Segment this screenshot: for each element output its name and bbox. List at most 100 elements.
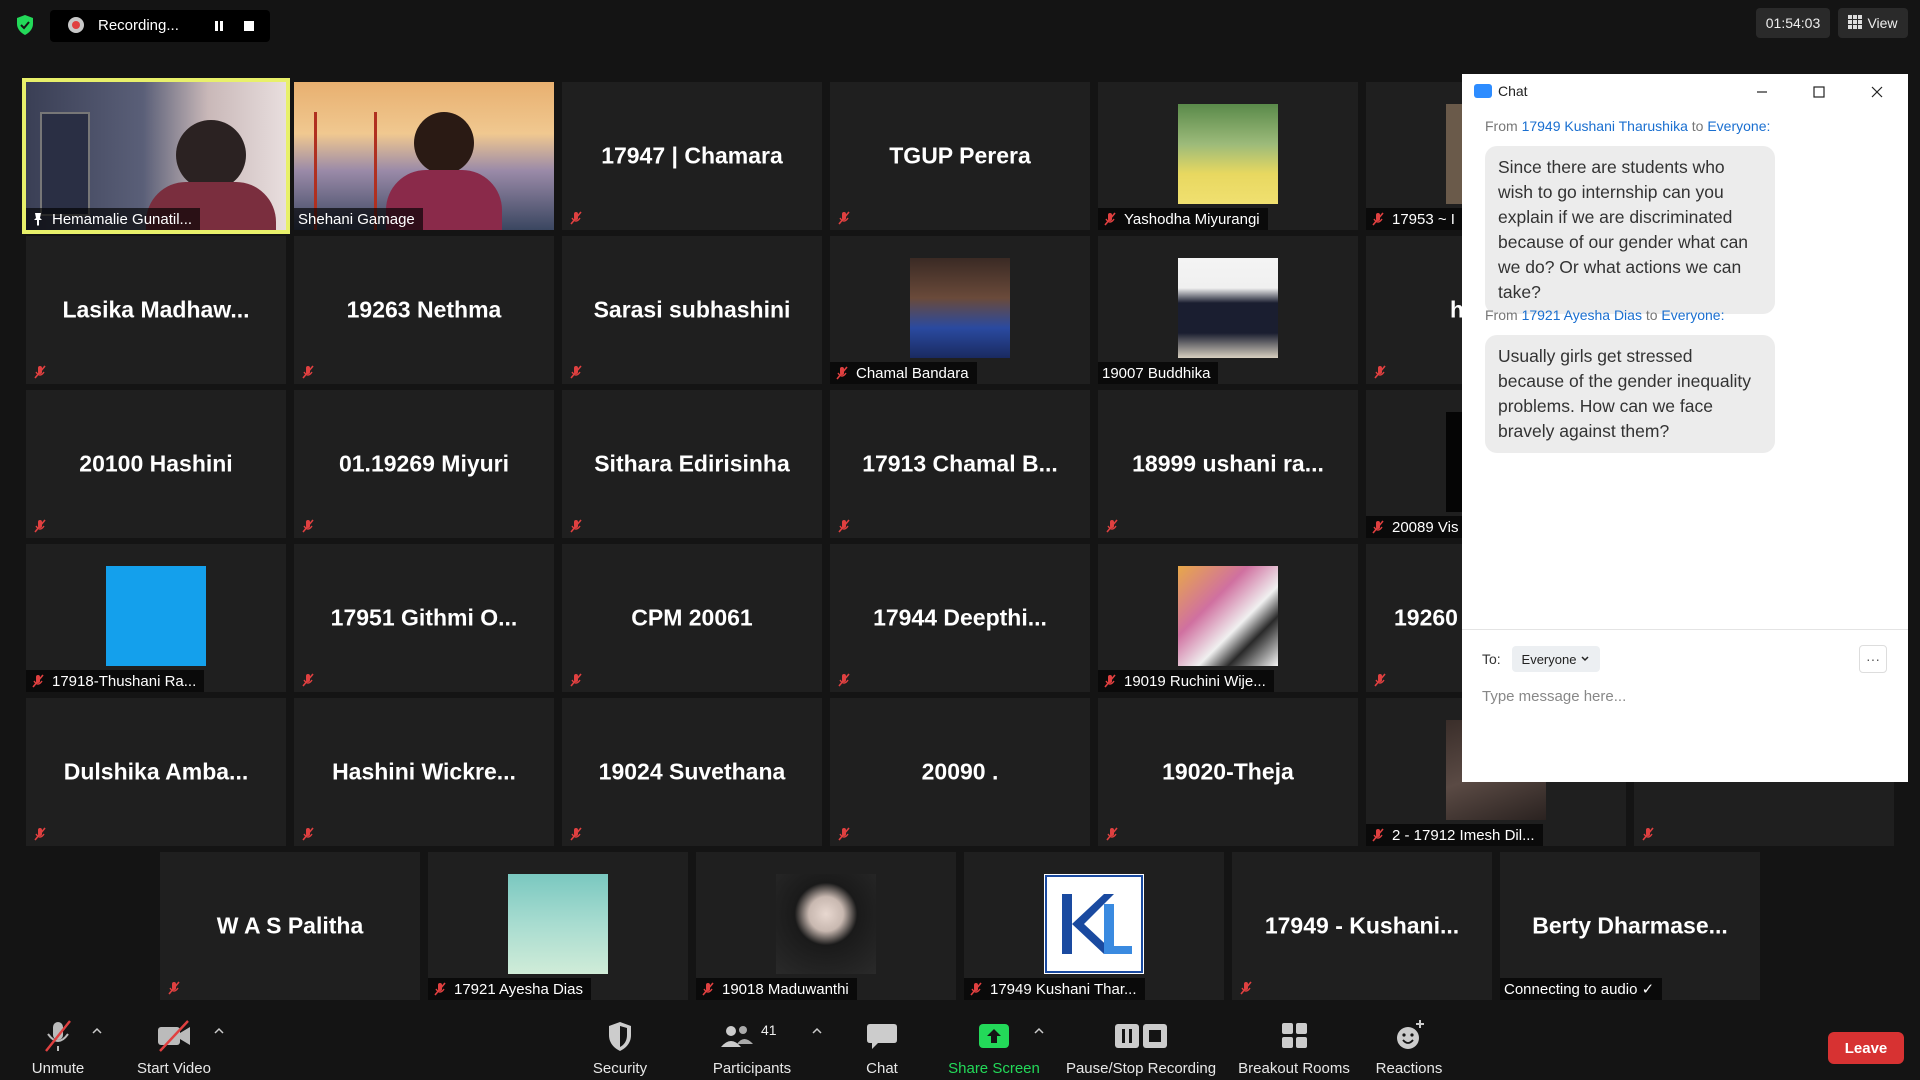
participant-tile[interactable]: 19007 Buddhika <box>1098 236 1358 384</box>
breakout-rooms-button[interactable]: Breakout Rooms <box>1234 1010 1354 1080</box>
muted-mic-icon <box>1372 520 1384 534</box>
participant-tile[interactable]: Sithara Edirisinha <box>562 390 822 538</box>
muted-mic-icon <box>1642 827 1654 841</box>
participant-name: 19024 Suvethana <box>598 758 786 785</box>
meeting-timer: 01:54:03 <box>1756 8 1830 38</box>
participants-options-caret[interactable] <box>810 1024 824 1038</box>
participant-tile[interactable]: 19263 Nethma <box>294 236 554 384</box>
participant-tile-partial[interactable]: 19260 <box>1366 544 1462 692</box>
profile-photo <box>1178 258 1278 358</box>
participant-tile[interactable]: 17913 Chamal B... <box>830 390 1090 538</box>
participant-tile[interactable]: CPM 20061 <box>562 544 822 692</box>
start-video-button[interactable]: Start Video <box>130 1010 218 1080</box>
participant-name: 17947 | Chamara <box>601 142 783 169</box>
chat-label: Chat <box>866 1060 898 1077</box>
security-shield-icon[interactable] <box>14 14 36 36</box>
kl-logo-photo <box>1044 874 1144 974</box>
participant-tile[interactable]: Yashodha Miyurangi <box>1098 82 1358 230</box>
share-options-caret[interactable] <box>1032 1024 1046 1038</box>
participant-tile[interactable]: 18999 ushani ra... <box>1098 390 1358 538</box>
participant-tile-partial[interactable]: 20089 Vis <box>1366 390 1462 538</box>
pause-recording-button[interactable] <box>210 17 228 35</box>
muted-mic-icon <box>1372 212 1384 226</box>
participant-tile[interactable]: Sarasi subhashini <box>562 236 822 384</box>
participant-tile[interactable]: 17949 - Kushani... <box>1232 852 1492 1000</box>
participant-tile[interactable]: Berty Dharmase... Connecting to audio ✓ <box>1500 852 1760 1000</box>
participant-tile-active-speaker[interactable]: Hemamalie Gunatil... <box>26 82 286 230</box>
participant-name: 17953 ~ I <box>1392 210 1455 228</box>
participant-tile[interactable]: 01.19269 Miyuri <box>294 390 554 538</box>
maximize-button[interactable] <box>1805 78 1833 106</box>
video-options-caret[interactable] <box>212 1024 226 1038</box>
message-sender[interactable]: 17949 Kushani Tharushika <box>1522 118 1688 134</box>
pause-stop-recording-button[interactable]: Pause/Stop Recording <box>1064 1010 1218 1080</box>
participants-button[interactable]: 41 Participants <box>700 1010 804 1080</box>
participant-head <box>414 112 474 174</box>
participant-tile[interactable]: 19024 Suvethana <box>562 698 822 846</box>
unmute-button[interactable]: Unmute <box>22 1010 94 1080</box>
reactions-button[interactable]: Reactions <box>1370 1010 1448 1080</box>
participant-tile[interactable]: Hashini Wickre... <box>294 698 554 846</box>
security-label: Security <box>592 1060 648 1077</box>
participant-tile[interactable]: 17918-Thushani Ra... <box>26 544 286 692</box>
participant-tile[interactable]: 19020-Theja <box>1098 698 1358 846</box>
more-options-button[interactable]: ··· <box>1859 645 1887 673</box>
muted-mic-icon <box>570 673 582 687</box>
participant-tile[interactable]: 17951 Githmi O... <box>294 544 554 692</box>
leave-button[interactable]: Leave <box>1828 1032 1904 1064</box>
participant-name: 01.19269 Miyuri <box>338 450 510 477</box>
recipient-dropdown[interactable]: Everyone <box>1512 646 1600 672</box>
stop-recording-button[interactable] <box>240 17 258 35</box>
grid-view-icon <box>1848 14 1863 32</box>
chat-button[interactable]: Chat <box>852 1010 912 1080</box>
participant-tile[interactable]: 17921 Ayesha Dias <box>428 852 688 1000</box>
participant-tile[interactable]: Shehani Gamage <box>294 82 554 230</box>
participant-tile[interactable]: 17947 | Chamara <box>562 82 822 230</box>
from-prefix: From <box>1485 118 1518 134</box>
muted-mic-icon <box>168 981 180 995</box>
participant-tile[interactable]: Chamal Bandara <box>830 236 1090 384</box>
message-input[interactable] <box>1480 682 1884 710</box>
message-sender[interactable]: 17921 Ayesha Dias <box>1522 307 1642 323</box>
minimize-button[interactable] <box>1748 78 1776 106</box>
participant-tile[interactable]: 17944 Deepthi... <box>830 544 1090 692</box>
participant-tile[interactable]: TGUP Perera <box>830 82 1090 230</box>
participant-label: 17921 Ayesha Dias <box>428 978 591 1000</box>
participant-tile-partial[interactable]: h <box>1366 236 1462 384</box>
from-prefix: From <box>1485 307 1518 323</box>
participant-tile[interactable]: 19018 Maduwanthi <box>696 852 956 1000</box>
start-video-label: Start Video <box>137 1060 211 1077</box>
security-button[interactable]: Security <box>580 1010 660 1080</box>
participants-label: Participants <box>712 1060 792 1077</box>
audio-options-caret[interactable] <box>90 1024 104 1038</box>
muted-mic-icon <box>302 365 314 379</box>
participant-label: Chamal Bandara <box>830 362 977 384</box>
participant-tile-partial[interactable]: 17953 ~ I <box>1366 82 1462 230</box>
participant-label: Hemamalie Gunatil... <box>26 208 201 230</box>
muted-mic-icon <box>1106 519 1118 533</box>
maximize-icon <box>1813 86 1825 98</box>
profile-photo <box>1178 566 1278 666</box>
participant-tile[interactable]: 19019 Ruchini Wije... <box>1098 544 1358 692</box>
view-button[interactable]: View <box>1838 8 1908 38</box>
close-button[interactable] <box>1863 78 1891 106</box>
participant-tile[interactable]: 17949 Kushani Thar... <box>964 852 1224 1000</box>
muted-mic-icon <box>34 519 46 533</box>
muted-mic-icon <box>702 982 714 996</box>
participant-tile[interactable]: Dulshika Amba... <box>26 698 286 846</box>
participant-tile[interactable]: Lasika Madhaw... <box>26 236 286 384</box>
profile-photo <box>776 874 876 974</box>
participant-name: Lasika Madhaw... <box>62 296 250 323</box>
participant-name: 20090 . <box>921 758 999 785</box>
participants-icon: 41 <box>717 1018 787 1054</box>
pause-stop-icon <box>1111 1018 1171 1054</box>
share-screen-button[interactable]: Share Screen <box>944 1010 1044 1080</box>
participant-tile[interactable]: 20090 . <box>830 698 1090 846</box>
chat-titlebar: Chat <box>1462 74 1908 110</box>
participant-tile[interactable]: W A S Palitha <box>160 852 420 1000</box>
participant-tile[interactable]: 20100 Hashini <box>26 390 286 538</box>
participant-name: 18999 ushani ra... <box>1132 450 1324 477</box>
muted-mic-icon <box>1104 212 1116 226</box>
message-recipient[interactable]: Everyone: <box>1707 118 1770 134</box>
message-recipient[interactable]: Everyone: <box>1661 307 1724 323</box>
